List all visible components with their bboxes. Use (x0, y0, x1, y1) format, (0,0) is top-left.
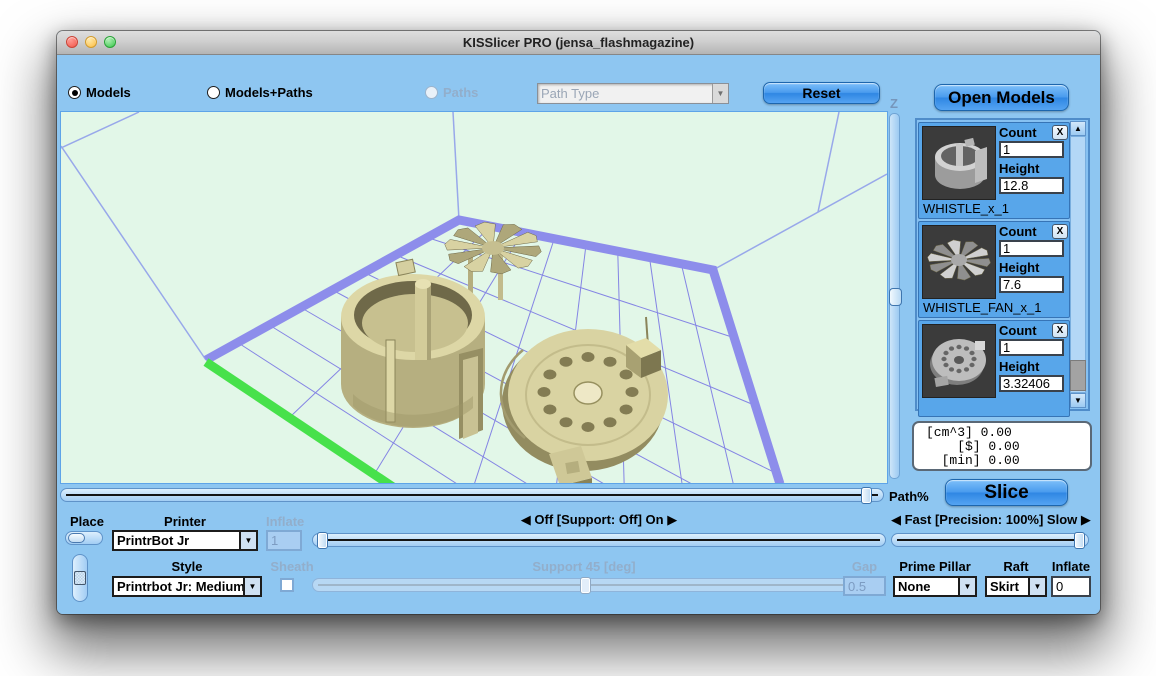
scroll-up-icon[interactable]: ▲ (1070, 121, 1086, 136)
count-input[interactable]: 1 (999, 240, 1064, 257)
precision-slider[interactable] (891, 533, 1089, 547)
prime-pillar-label: Prime Pillar (893, 559, 977, 574)
slider-thumb[interactable] (861, 487, 872, 504)
count-input[interactable]: 1 (999, 339, 1064, 356)
toggle-knob[interactable] (68, 533, 85, 543)
count-label: Count (999, 323, 1037, 338)
app-window: KISSlicer PRO (jensa_flashmagazine) Mode… (57, 31, 1100, 614)
place-label: Place (70, 514, 104, 529)
printer-select[interactable]: PrintrBot Jr ▼ (112, 530, 258, 551)
model-list: Count X 1 Height 12.8 WHISTLE_x_1 Count … (915, 118, 1090, 411)
precision-label: ◀ Fast [Precision: 100%] Slow ▶ (891, 512, 1089, 528)
height-label: Height (999, 161, 1039, 176)
radio-models[interactable] (68, 86, 81, 99)
reset-button[interactable]: Reset (763, 82, 880, 104)
remove-model-button[interactable]: X (1052, 125, 1068, 140)
stat-time: [min] 0.00 (926, 454, 1090, 468)
height-input[interactable]: 12.8 (999, 177, 1064, 194)
estimate-stats: [cm^3] 0.00 [$] 0.00 [min] 0.00 (912, 421, 1092, 471)
place-toggle[interactable] (65, 531, 103, 545)
height-input[interactable]: 3.32406 (999, 375, 1064, 392)
place-fine-slider[interactable] (72, 554, 88, 602)
model-card[interactable]: Count X 1 Height 12.8 WHISTLE_x_1 (918, 122, 1070, 219)
model-list-scrollbar[interactable] (1070, 136, 1086, 393)
chevron-down-icon: ▼ (243, 578, 260, 595)
inflate-model-input: 1 (266, 530, 302, 551)
scrollbar-thumb[interactable] (1070, 360, 1086, 391)
slice-button[interactable]: Slice (945, 479, 1068, 506)
inflate-raft-input[interactable]: 0 (1051, 576, 1091, 597)
sheath-checkbox (280, 578, 294, 592)
gap-input: 0.5 (843, 576, 886, 596)
slider-thumb (580, 577, 591, 594)
z-slider[interactable] (889, 113, 900, 479)
remove-model-button[interactable]: X (1052, 224, 1068, 239)
model-card[interactable]: Count X 1 Height 7.6 WHISTLE_FAN_x_1 (918, 221, 1070, 318)
radio-models-label: Models (86, 85, 131, 100)
path-percent-label: Path% (889, 489, 929, 504)
radio-paths (425, 86, 438, 99)
inflate-raft-label: Inflate (1051, 559, 1091, 574)
radio-paths-label: Paths (443, 85, 478, 100)
stat-volume: [cm^3] 0.00 (926, 426, 1090, 440)
chevron-down-icon: ▼ (712, 84, 728, 103)
title-bar[interactable]: KISSlicer PRO (jensa_flashmagazine) (57, 31, 1100, 55)
build-plate-scene[interactable] (61, 112, 887, 483)
count-label: Count (999, 125, 1037, 140)
remove-model-button[interactable]: X (1052, 323, 1068, 338)
stat-cost: [$] 0.00 (926, 440, 1090, 454)
prime-pillar-select[interactable]: None ▼ (893, 576, 977, 597)
count-label: Count (999, 224, 1037, 239)
gap-label: Gap (843, 559, 886, 574)
path-percent-slider[interactable] (60, 488, 884, 502)
support-angle-label: Support 45 [deg] (312, 559, 856, 574)
model-thumbnail (922, 225, 996, 299)
model-card[interactable]: Count X 1 Height 3.32406 (918, 320, 1070, 417)
slider-thumb[interactable] (317, 532, 328, 549)
slider-thumb[interactable] (74, 571, 86, 585)
support-angle-slider (312, 578, 856, 592)
scroll-down-icon[interactable]: ▼ (1070, 393, 1086, 408)
window-title: KISSlicer PRO (jensa_flashmagazine) (57, 35, 1100, 50)
inflate-model-label: Inflate (266, 514, 303, 529)
height-input[interactable]: 7.6 (999, 276, 1064, 293)
z-slider-thumb[interactable] (889, 288, 902, 306)
printer-label: Printer (112, 514, 258, 529)
3d-viewport[interactable] (60, 111, 888, 484)
model-thumbnail (922, 126, 996, 200)
radio-models-paths-label: Models+Paths (225, 85, 313, 100)
height-label: Height (999, 359, 1039, 374)
raft-select[interactable]: Skirt ▼ (985, 576, 1047, 597)
count-input[interactable]: 1 (999, 141, 1064, 158)
model-name: WHISTLE_FAN_x_1 (923, 300, 1042, 315)
main-content: Models Models+Paths Paths Path Type ▼ Re… (57, 55, 1100, 614)
support-toggle-slider[interactable] (312, 533, 886, 547)
style-select[interactable]: Printrbot Jr: Medium ▼ (112, 576, 262, 597)
style-label: Style (112, 559, 262, 574)
chevron-down-icon: ▼ (1028, 578, 1045, 595)
path-type-select: Path Type ▼ (537, 83, 729, 104)
chevron-down-icon: ▼ (958, 578, 975, 595)
raft-label: Raft (985, 559, 1047, 574)
slider-thumb[interactable] (1074, 532, 1085, 549)
z-axis-label: Z (890, 96, 898, 111)
model-thumbnail (922, 324, 996, 398)
radio-models-paths[interactable] (207, 86, 220, 99)
height-label: Height (999, 260, 1039, 275)
support-toggle-label: ◀ Off [Support: Off] On ▶ (312, 512, 886, 528)
chevron-down-icon: ▼ (239, 532, 256, 549)
model-name: WHISTLE_x_1 (923, 201, 1009, 216)
open-models-button[interactable]: Open Models (934, 84, 1069, 111)
